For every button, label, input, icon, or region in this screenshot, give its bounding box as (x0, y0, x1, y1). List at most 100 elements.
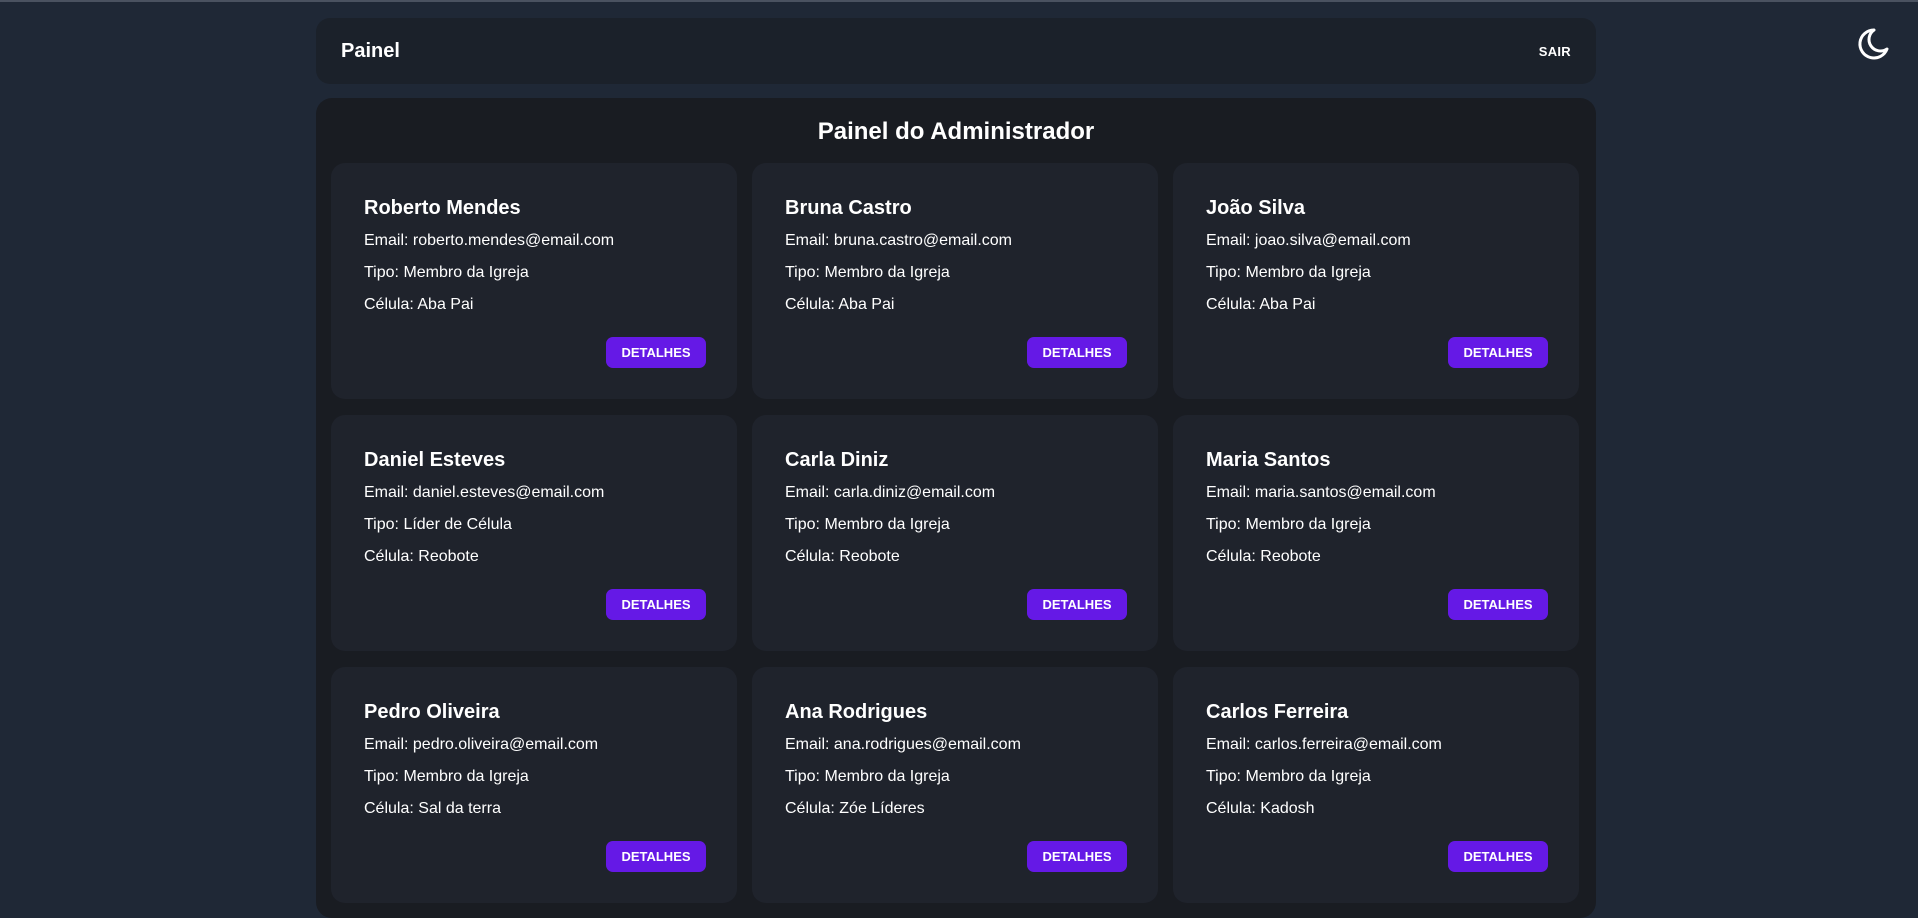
email-label: Email: (1206, 232, 1251, 249)
cell-label: Célula: (364, 548, 414, 565)
logout-link[interactable]: SAIR (1539, 44, 1571, 59)
member-email-row: Email: carlos.ferreira@email.com (1206, 735, 1546, 755)
type-label: Tipo: (364, 768, 399, 785)
member-email-row: Email: daniel.esteves@email.com (364, 483, 704, 503)
type-label: Tipo: (785, 516, 820, 533)
member-email-row: Email: bruna.castro@email.com (785, 231, 1125, 251)
member-email-row: Email: pedro.oliveira@email.com (364, 735, 704, 755)
type-label: Tipo: (785, 264, 820, 281)
member-card: Ana Rodrigues Email: ana.rodrigues@email… (752, 667, 1158, 903)
member-email: roberto.mendes@email.com (412, 232, 615, 249)
member-email-row: Email: carla.diniz@email.com (785, 483, 1125, 503)
details-button[interactable]: DETALHES (1448, 337, 1548, 368)
cell-label: Célula: (785, 800, 835, 817)
member-type: Membro da Igreja (824, 516, 950, 533)
member-type: Membro da Igreja (403, 264, 529, 281)
member-cell-row: Célula: Aba Pai (785, 295, 1125, 315)
details-button[interactable]: DETALHES (606, 841, 706, 872)
email-label: Email: (785, 484, 830, 501)
member-email: carlos.ferreira@email.com (1254, 736, 1442, 753)
member-grid: Roberto Mendes Email: roberto.mendes@ema… (331, 163, 1579, 903)
member-cell-row: Célula: Sal da terra (364, 799, 704, 819)
email-label: Email: (364, 736, 409, 753)
type-label: Tipo: (1206, 768, 1241, 785)
member-card: Pedro Oliveira Email: pedro.oliveira@ema… (331, 667, 737, 903)
member-cell-row: Célula: Reobote (1206, 547, 1546, 567)
details-button[interactable]: DETALHES (606, 589, 706, 620)
moon-icon (1858, 28, 1889, 60)
details-button[interactable]: DETALHES (1027, 337, 1127, 368)
member-cell-row: Célula: Aba Pai (364, 295, 704, 315)
member-card: João Silva Email: joao.silva@email.com T… (1173, 163, 1579, 399)
member-type-row: Tipo: Membro da Igreja (785, 263, 1125, 283)
member-type-row: Tipo: Membro da Igreja (785, 767, 1125, 787)
member-email: bruna.castro@email.com (833, 232, 1012, 249)
page-title: Painel do Administrador (817, 118, 1095, 145)
member-card: Carlos Ferreira Email: carlos.ferreira@e… (1173, 667, 1579, 903)
cell-label: Célula: (1206, 548, 1256, 565)
member-email-row: Email: maria.santos@email.com (1206, 483, 1546, 503)
member-name: Carlos Ferreira (1206, 701, 1349, 723)
email-label: Email: (1206, 736, 1251, 753)
member-type-row: Tipo: Membro da Igreja (364, 263, 704, 283)
member-name: Daniel Esteves (364, 449, 506, 471)
member-name: Carla Diniz (785, 449, 889, 471)
type-label: Tipo: (1206, 264, 1241, 281)
window-top-border (0, 0, 1918, 2)
type-label: Tipo: (1206, 516, 1241, 533)
details-button[interactable]: DETALHES (1448, 589, 1548, 620)
email-label: Email: (364, 232, 409, 249)
details-button[interactable]: DETALHES (1027, 589, 1127, 620)
type-label: Tipo: (364, 516, 399, 533)
member-type: Líder de Célula (403, 516, 512, 533)
details-button[interactable]: DETALHES (1027, 841, 1127, 872)
member-cell: Sal da terra (418, 800, 501, 817)
member-email: joao.silva@email.com (1254, 232, 1411, 249)
member-cell: Aba Pai (417, 296, 474, 313)
cell-label: Célula: (364, 296, 414, 313)
email-label: Email: (364, 484, 409, 501)
details-button[interactable]: DETALHES (606, 337, 706, 368)
member-cell-row: Célula: Aba Pai (1206, 295, 1546, 315)
admin-panel: Roberto Mendes Email: roberto.mendes@ema… (316, 98, 1596, 918)
member-email: daniel.esteves@email.com (412, 484, 605, 501)
email-label: Email: (785, 232, 830, 249)
member-type-row: Tipo: Líder de Célula (364, 515, 704, 535)
member-name: Ana Rodrigues (785, 701, 928, 723)
cell-label: Célula: (785, 296, 835, 313)
member-type-row: Tipo: Membro da Igreja (1206, 263, 1546, 283)
member-card: Daniel Esteves Email: daniel.esteves@ema… (331, 415, 737, 651)
email-label: Email: (1206, 484, 1251, 501)
cell-label: Célula: (364, 800, 414, 817)
nav-title: Painel (341, 39, 400, 62)
member-card: Carla Diniz Email: carla.diniz@email.com… (752, 415, 1158, 651)
member-cell-row: Célula: Zóe Líderes (785, 799, 1125, 819)
member-email-row: Email: joao.silva@email.com (1206, 231, 1546, 251)
member-cell: Aba Pai (1259, 296, 1316, 313)
type-label: Tipo: (785, 768, 820, 785)
member-cell: Reobote (839, 548, 900, 565)
details-button[interactable]: DETALHES (1448, 841, 1548, 872)
member-name: João Silva (1206, 197, 1305, 219)
member-type: Membro da Igreja (1245, 264, 1371, 281)
member-cell-row: Célula: Reobote (364, 547, 704, 567)
member-email: ana.rodrigues@email.com (833, 736, 1021, 753)
member-type-row: Tipo: Membro da Igreja (1206, 515, 1546, 535)
member-card: Bruna Castro Email: bruna.castro@email.c… (752, 163, 1158, 399)
member-cell: Reobote (418, 548, 479, 565)
member-type-row: Tipo: Membro da Igreja (1206, 767, 1546, 787)
member-cell: Aba Pai (838, 296, 895, 313)
email-label: Email: (785, 736, 830, 753)
member-type: Membro da Igreja (824, 264, 950, 281)
type-label: Tipo: (364, 264, 399, 281)
member-name: Pedro Oliveira (364, 701, 500, 723)
member-cell: Reobote (1260, 548, 1321, 565)
member-cell-row: Célula: Reobote (785, 547, 1125, 567)
member-type-row: Tipo: Membro da Igreja (785, 515, 1125, 535)
member-email: pedro.oliveira@email.com (412, 736, 599, 753)
member-type-row: Tipo: Membro da Igreja (364, 767, 704, 787)
member-email-row: Email: ana.rodrigues@email.com (785, 735, 1125, 755)
cell-label: Célula: (1206, 296, 1256, 313)
cell-label: Célula: (785, 548, 835, 565)
theme-toggle-button[interactable] (1852, 24, 1892, 64)
